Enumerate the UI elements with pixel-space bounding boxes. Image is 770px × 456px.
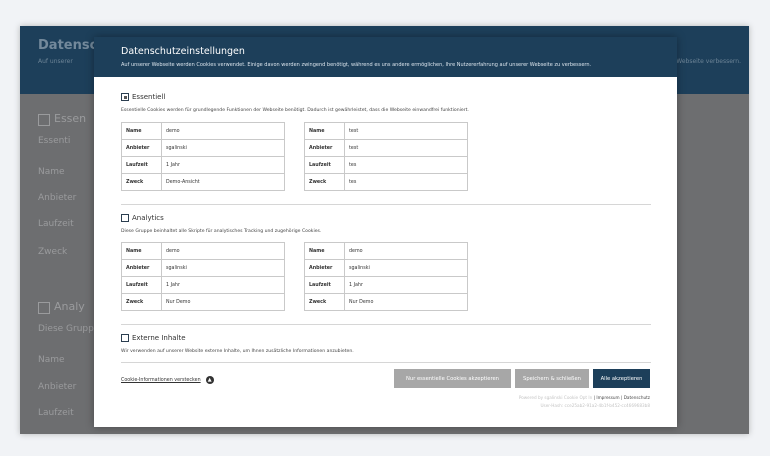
user-hash: User-Hash: cce25ab2-91a2-4b1f-b452-cc466…: [540, 403, 650, 408]
table-row: Anbieter sgalinski: [304, 259, 468, 277]
table-row: Laufzeit 1 Jahr: [121, 156, 285, 174]
table-row: Name demo: [121, 242, 285, 260]
background-line-right: e Webseite verbessern.: [670, 58, 741, 65]
table-row: Zweck Nur Demo: [121, 293, 285, 311]
cookie-table-essential-test: Name test Anbieter test Laufzeit tes Zweck t…: [304, 122, 468, 191]
table-value: Nur Demo: [344, 293, 468, 311]
hide-cookie-info-label: Cookie-Informationen verstecken: [121, 377, 201, 383]
table-value: demo: [344, 242, 468, 260]
external-label: Externe Inhalte: [132, 334, 186, 342]
table-key: Anbieter: [121, 259, 162, 277]
table-row: Anbieter sgalinski: [121, 139, 285, 157]
table-value: sgalinski: [344, 259, 468, 277]
background-label: Analy: [54, 300, 85, 313]
table-row: Anbieter test: [304, 139, 468, 157]
section-divider: [121, 362, 651, 363]
table-value: tes: [344, 173, 468, 191]
table-key: Anbieter: [304, 259, 345, 277]
table-value: Nur Demo: [161, 293, 285, 311]
table-key: Laufzeit: [304, 156, 345, 174]
accept-essential-button[interactable]: Nur essentielle Cookies akzeptieren: [394, 369, 511, 388]
background-checkbox: [38, 114, 50, 126]
table-row: Laufzeit tes: [304, 156, 468, 174]
save-close-button[interactable]: Speichern & schließen: [515, 369, 589, 388]
table-row: Name demo: [304, 242, 468, 260]
background-label: Anbieter: [38, 382, 77, 392]
table-row: Zweck tes: [304, 173, 468, 191]
cookie-table-analytics-2: Name demo Anbieter sgalinski Laufzeit 1 Jah…: [304, 242, 468, 311]
table-value: tes: [344, 156, 468, 174]
table-value: demo: [161, 122, 285, 140]
table-row: Zweck Demo-Ansicht: [121, 173, 285, 191]
table-value: demo: [161, 242, 285, 260]
accept-all-button[interactable]: Alle akzeptieren: [593, 369, 650, 388]
table-value: sgalinski: [161, 259, 285, 277]
table-value: sgalinski: [161, 139, 285, 157]
table-key: Zweck: [304, 173, 345, 191]
table-value: test: [344, 139, 468, 157]
table-key: Laufzeit: [121, 276, 162, 294]
table-value: 1 Jahr: [161, 276, 285, 294]
powered-by: Powered by sgalinski Cookie Opt In | Imp…: [519, 395, 650, 400]
analytics-label: Analytics: [132, 214, 164, 222]
table-value: 1 Jahr: [161, 156, 285, 174]
analytics-description: Diese Gruppe beinhaltet alle Skripte für…: [121, 229, 322, 234]
table-row: Laufzeit 1 Jahr: [304, 276, 468, 294]
table-key: Laufzeit: [121, 156, 162, 174]
external-section-header: Externe Inhalte: [121, 334, 186, 342]
background-label: Essen: [54, 112, 87, 125]
background-label: Essenti: [38, 136, 71, 146]
background-label: Laufzeit: [38, 408, 74, 418]
table-row: Name demo: [121, 122, 285, 140]
table-key: Name: [121, 242, 162, 260]
table-key: Zweck: [304, 293, 345, 311]
cookie-table-analytics-1: Name demo Anbieter sgalinski Laufzeit 1 Jah…: [121, 242, 285, 311]
table-key: Anbieter: [121, 139, 162, 157]
cookie-table-essential-demo: Name demo Anbieter sgalinski Laufzeit 1 Jah…: [121, 122, 285, 191]
table-key: Zweck: [121, 293, 162, 311]
section-divider: [121, 204, 651, 205]
essential-checkbox[interactable]: [121, 93, 129, 101]
background-label: Laufzeit: [38, 219, 74, 229]
essential-label: Essentiell: [132, 93, 166, 101]
background-label: Anbieter: [38, 193, 77, 203]
analytics-checkbox[interactable]: [121, 214, 129, 222]
table-row: Laufzeit 1 Jahr: [121, 276, 285, 294]
background-label: Zweck: [38, 247, 68, 257]
table-key: Name: [304, 122, 345, 140]
background-title: Datensc: [38, 38, 98, 53]
modal-header: Datenschutzeinstellungen Auf unserer Web…: [94, 37, 677, 77]
chevron-up-icon: ▲: [205, 376, 214, 384]
table-row: Name test: [304, 122, 468, 140]
external-description: Wir verwenden auf unserer Website extern…: [121, 349, 354, 354]
modal-title: Datenschutzeinstellungen: [121, 46, 245, 57]
table-key: Name: [121, 122, 162, 140]
table-key: Name: [304, 242, 345, 260]
essential-section-header: Essentiell: [121, 93, 165, 101]
background-label: Diese Grupp: [38, 324, 94, 334]
table-key: Laufzeit: [304, 276, 345, 294]
background-label: Name: [38, 167, 65, 177]
background-checkbox: [38, 302, 50, 314]
powered-by-text: Powered by sgalinski Cookie Opt In: [518, 395, 593, 400]
table-row: Zweck Nur Demo: [304, 293, 468, 311]
background-line: Auf unserer: [38, 58, 73, 65]
analytics-section-header: Analytics: [121, 214, 164, 222]
table-value: Demo-Ansicht: [161, 173, 285, 191]
table-value: test: [344, 122, 468, 140]
hide-cookie-info-link[interactable]: Cookie-Informationen verstecken ▲: [121, 376, 214, 384]
table-key: Zweck: [121, 173, 162, 191]
background-label: Name: [38, 355, 65, 365]
impressum-link[interactable]: Impressum: [596, 395, 619, 400]
cookie-settings-modal: Datenschutzeinstellungen Auf unserer Web…: [94, 37, 677, 427]
external-checkbox[interactable]: [121, 334, 129, 342]
datenschutz-link[interactable]: Datenschutz: [624, 395, 650, 400]
section-divider: [121, 324, 651, 325]
table-value: 1 Jahr: [344, 276, 468, 294]
table-row: Anbieter sgalinski: [121, 259, 285, 277]
essential-description: Essentielle Cookies werden für grundlege…: [121, 108, 469, 113]
modal-subtitle: Auf unserer Webseite werden Cookies verw…: [121, 62, 592, 68]
table-key: Anbieter: [304, 139, 345, 157]
